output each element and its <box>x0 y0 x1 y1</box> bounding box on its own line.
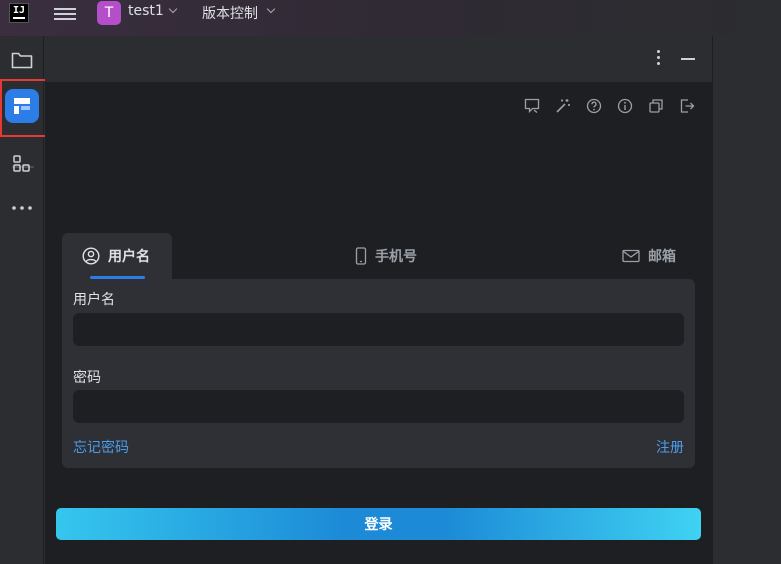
project-avatar[interactable]: T <box>97 1 121 25</box>
chevron-down-icon[interactable] <box>168 4 178 14</box>
forgot-password-link[interactable]: 忘记密码 <box>73 437 129 457</box>
tab-label: 手机号 <box>375 249 417 265</box>
login-button[interactable]: 登录 <box>56 508 701 540</box>
logout-icon[interactable] <box>677 96 697 116</box>
login-method-tabs: 用户名 手机号 邮箱 <box>62 233 695 279</box>
username-input[interactable] <box>73 313 684 346</box>
tool-window: 用户名 手机号 邮箱 用户名 密码 忘记密码 注册 登录 <box>45 36 712 564</box>
tab-label: 用户名 <box>108 249 150 265</box>
login-panel: 用户名 手机号 邮箱 用户名 密码 忘记密码 注册 登录 <box>45 82 712 564</box>
feedback-icon[interactable] <box>522 96 542 116</box>
password-label: 密码 <box>73 370 101 386</box>
right-tool-stripe <box>712 36 781 564</box>
tool-window-header <box>45 36 712 82</box>
ide-window: IJ T test1 版本控制 用户名 手机号 邮箱 用户名 密码 忘记密码 注… <box>0 0 781 564</box>
username-label: 用户名 <box>73 292 115 308</box>
title-bar: IJ T test1 版本控制 <box>0 0 781 36</box>
structure-icon <box>13 155 30 172</box>
structure-tool-button[interactable] <box>4 146 40 182</box>
tab-phone[interactable]: 手机号 <box>355 233 417 279</box>
project-tool-button[interactable] <box>4 42 40 78</box>
intellij-logo-icon[interactable]: IJ <box>9 3 29 23</box>
chevron-down-icon[interactable] <box>266 4 276 14</box>
info-icon[interactable] <box>615 96 635 116</box>
panel-toolbar <box>522 96 697 116</box>
plugin-tool-button[interactable] <box>4 88 40 124</box>
kebab-menu-icon[interactable] <box>653 50 663 68</box>
help-icon[interactable] <box>584 96 604 116</box>
copy-icon[interactable] <box>646 96 666 116</box>
mail-icon <box>622 249 640 263</box>
more-icon <box>12 206 32 210</box>
login-form: 用户名 密码 忘记密码 注册 <box>62 279 695 468</box>
main-menu-icon[interactable] <box>54 6 76 24</box>
phone-icon <box>355 247 367 265</box>
folder-icon <box>11 52 33 69</box>
magic-wand-icon[interactable] <box>553 96 573 116</box>
tab-label: 邮箱 <box>648 249 676 265</box>
tab-email[interactable]: 邮箱 <box>622 233 676 279</box>
tab-username[interactable]: 用户名 <box>62 233 172 279</box>
minimize-icon[interactable] <box>681 58 695 60</box>
more-tools-button[interactable] <box>4 190 40 226</box>
register-link[interactable]: 注册 <box>656 437 684 457</box>
user-icon <box>82 247 100 265</box>
vcs-menu[interactable]: 版本控制 <box>202 3 258 23</box>
plugin-app-icon <box>5 89 39 123</box>
left-tool-stripe <box>0 36 44 564</box>
project-name[interactable]: test1 <box>128 3 164 19</box>
password-input[interactable] <box>73 390 684 423</box>
